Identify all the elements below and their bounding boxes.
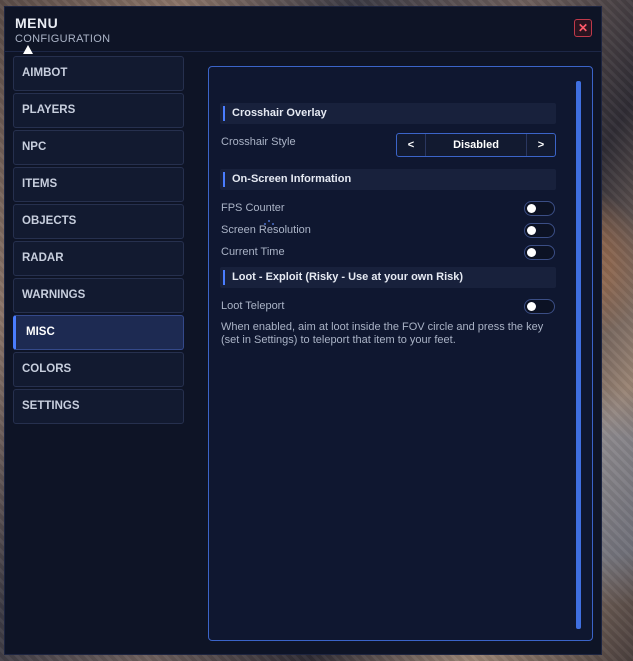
sidebar-item-items[interactable]: ITEMS (13, 167, 184, 202)
current-time-toggle[interactable] (524, 245, 555, 260)
loot-teleport-toggle[interactable] (524, 299, 555, 314)
sidebar-item-npc[interactable]: NPC (13, 130, 184, 165)
section-header-loot: Loot - Exploit (Risky - Use at your own … (220, 267, 556, 288)
section-title: Crosshair Overlay (232, 107, 327, 119)
crosshair-style-value: Disabled (453, 139, 499, 151)
section-title: Loot - Exploit (Risky - Use at your own … (232, 271, 464, 283)
loot-teleport-label: Loot Teleport (221, 300, 285, 312)
crosshair-style-selector: < Disabled > (396, 133, 556, 157)
sidebar-item-objects[interactable]: OBJECTS (13, 204, 184, 239)
screen-resolution-toggle[interactable] (524, 223, 555, 238)
current-time-label: Current Time (221, 246, 285, 258)
crosshair-style-prev-button[interactable]: < (397, 134, 426, 156)
section-accent-bar (223, 270, 225, 285)
panel-scrollbar[interactable] (576, 81, 581, 629)
sidebar-item-warnings[interactable]: WARNINGS (13, 278, 184, 313)
mouse-cursor-icon (23, 45, 33, 54)
toggle-knob (527, 204, 536, 213)
loading-spinner-icon (264, 219, 276, 227)
menu-window: MENU CONFIGURATION ✕ AIMBOT PLAYERS NPC … (4, 6, 602, 655)
sidebar-item-players[interactable]: PLAYERS (13, 93, 184, 128)
sidebar-item-settings[interactable]: SETTINGS (13, 389, 184, 424)
section-header-crosshair: Crosshair Overlay (220, 103, 556, 124)
fps-counter-label: FPS Counter (221, 202, 285, 214)
toggle-knob (527, 248, 536, 257)
menu-header: MENU CONFIGURATION ✕ (5, 7, 601, 52)
close-button[interactable]: ✕ (574, 19, 592, 37)
toggle-knob (527, 302, 536, 311)
sidebar-item-misc[interactable]: MISC (13, 315, 184, 350)
fps-counter-toggle[interactable] (524, 201, 555, 216)
crosshair-style-next-button[interactable]: > (526, 134, 555, 156)
section-header-onscreen: On-Screen Information (220, 169, 556, 190)
sidebar-item-aimbot[interactable]: AIMBOT (13, 56, 184, 91)
menu-title: MENU (15, 15, 59, 31)
section-accent-bar (223, 106, 225, 121)
toggle-knob (527, 226, 536, 235)
section-accent-bar (223, 172, 225, 187)
sidebar-item-radar[interactable]: RADAR (13, 241, 184, 276)
menu-subtitle: CONFIGURATION (15, 33, 111, 45)
misc-settings-panel: Crosshair Overlay Crosshair Style < Disa… (208, 66, 593, 641)
section-title: On-Screen Information (232, 173, 352, 185)
sidebar-item-colors[interactable]: COLORS (13, 352, 184, 387)
close-icon: ✕ (577, 21, 589, 35)
crosshair-style-label: Crosshair Style (221, 136, 296, 148)
loot-teleport-description: When enabled, aim at loot inside the FOV… (221, 321, 544, 346)
